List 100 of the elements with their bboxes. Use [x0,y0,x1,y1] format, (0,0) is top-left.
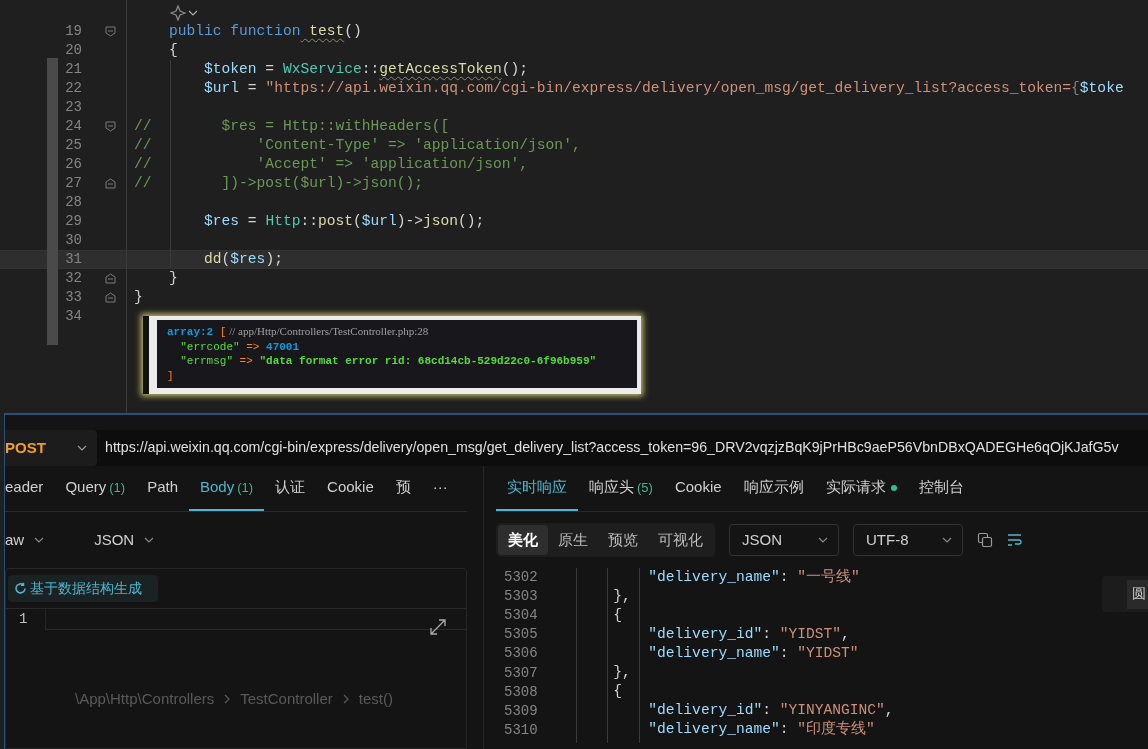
chevron-icon [342,694,349,705]
caret-icon [144,537,155,543]
tab[interactable]: Cookie [316,466,385,511]
json-token: : [779,568,790,585]
code-token: $res [230,251,266,267]
code-token: // $res = Http::withHeaders([ [134,118,450,134]
view-mode-option[interactable]: 原生 [548,524,598,556]
tab[interactable]: 预 [384,466,422,511]
sparkle-icon[interactable] [170,4,186,21]
body-format-select[interactable]: JSON [84,528,165,552]
tab[interactable]: Cookie [663,466,733,511]
code-token: :: [300,213,318,229]
json-token: "印度专线" [797,721,875,738]
fold-marker-icon[interactable] [105,178,116,189]
code-token: public [168,23,222,39]
dump-token: "data format error rid: 68cd14cb-529d22c0-6f96b959" [258,355,597,367]
line-number: 5303 [503,587,539,607]
caret-icon [77,445,87,451]
chevron-icon [224,694,231,705]
dump-token: // app/Http/Controllers/TestController.php:28 [228,325,429,337]
dump-token: 47001 [265,340,300,353]
dump-token: array:2 [167,326,214,338]
tab[interactable]: 实际请求 [814,466,908,511]
tab[interactable]: 认证 [264,466,317,511]
code-token: function [229,23,301,39]
line-number: 28 [64,193,83,212]
json-token: : [779,645,790,661]
more-button[interactable]: ··· [421,466,459,511]
copy-icon[interactable] [977,532,993,548]
tab[interactable]: 响应示例 [732,466,815,511]
fold-marker-icon[interactable] [105,292,116,303]
line-number: 33 [64,288,83,307]
line-number: 19 [64,22,83,41]
code-token: } [134,289,143,305]
expand-icon[interactable] [429,618,447,636]
json-token: "YIDST" [797,645,859,661]
tab[interactable]: 响应头 (5) [578,466,664,511]
tab[interactable]: 实时响应 [496,466,578,511]
view-mode-option[interactable]: 可视化 [648,524,713,556]
body-mode-select[interactable]: aw [5,528,55,552]
line-number: 5305 [503,625,539,645]
json-token: { [612,606,623,623]
tab[interactable]: 控制台 [907,466,975,511]
line-number: 22 [64,79,83,98]
dump-token: "errmsg" [179,355,233,367]
wrap-lines-icon[interactable] [1007,533,1023,547]
side-button[interactable]: 圆 [1127,579,1148,609]
json-token: , [884,702,894,719]
code-token: { [168,42,178,58]
fold-marker-icon[interactable] [105,273,116,284]
line-number: 30 [64,231,83,250]
format-select[interactable]: JSON [729,524,839,556]
view-mode-option[interactable]: 美化 [498,524,548,556]
json-token: "YIDST" [779,625,841,642]
code-token: test [308,23,345,39]
code-token: ); [265,251,283,267]
code-token: getAccessToken [379,61,502,77]
json-token: "delivery_id" [647,702,763,719]
line-number: 21 [64,60,83,79]
caret-icon [188,9,198,16]
code-token: = [246,213,258,229]
tab[interactable]: Query (1) [54,466,137,511]
method-select[interactable]: POST [5,430,97,466]
dump-token: => [245,340,260,353]
caret-icon [34,537,45,543]
refresh-icon [14,582,27,595]
json-token: }, [612,664,631,681]
line-number: 32 [64,269,83,288]
generate-button[interactable]: 基于数据结构生成 [8,575,158,602]
code-token: Http [265,213,301,229]
url-field[interactable]: https://api.weixin.qq.com/cgi-bin/express/delivery/open_msg/get_delivery_list?access_token=96_DRV2vqzjzBqK9jPrHBc9aeP56VbnDBxQADEGHe6qOjKJafG5v [97,430,1119,466]
line-number: 27 [64,174,83,193]
line-number: 5304 [503,606,539,626]
line-number: 5309 [503,701,539,721]
dump-token: => [238,355,253,367]
code-token: $toke [1079,80,1124,96]
code-token: = [246,80,258,96]
tab[interactable]: Path [136,466,189,511]
code-token: (); [501,61,529,77]
json-token: "delivery_name" [647,568,780,585]
encoding-select[interactable]: UTF-8 [853,524,963,556]
tab[interactable]: eader [5,466,55,511]
code-token: $url [203,80,240,96]
code-token: ( [352,213,362,229]
dump-token: [ [218,326,227,338]
code-token: )-> [396,213,424,229]
fold-marker-icon[interactable] [105,26,116,37]
code-token: WxService [282,61,362,77]
view-mode-option[interactable]: 预览 [598,524,648,556]
line-number: 1 [6,609,46,630]
tab[interactable]: Body (1) [189,466,265,511]
code-token: // ])->post($url)->json(); [134,175,423,191]
scrollbar[interactable] [47,58,58,345]
fold-marker-icon[interactable] [105,121,116,132]
caret-icon [942,537,952,543]
json-token: : [779,721,790,738]
json-token: { [612,683,623,700]
line-number: 20 [64,41,83,60]
line-number: 5302 [503,568,539,588]
line-number: 5306 [503,644,539,664]
